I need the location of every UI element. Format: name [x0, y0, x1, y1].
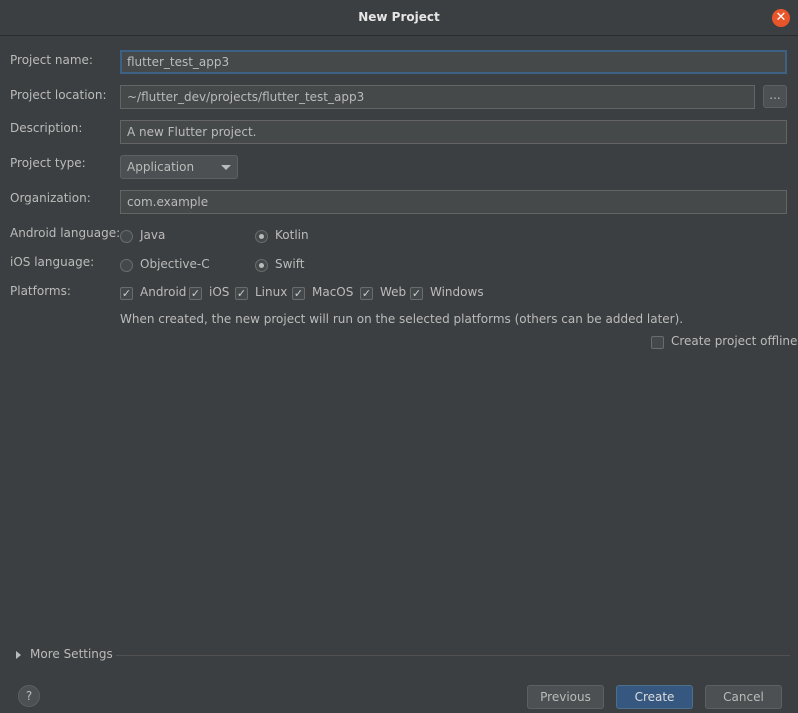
previous-button[interactable]: Previous [527, 685, 604, 709]
radio-swift[interactable] [255, 259, 268, 272]
checkbox-macos-label: MacOS [312, 285, 354, 299]
create-button[interactable]: Create [616, 685, 693, 709]
project-location-label: Project location: [10, 88, 107, 102]
checkbox-linux-label: Linux [255, 285, 288, 299]
description-label: Description: [10, 121, 83, 135]
radio-objective-c-label: Objective-C [140, 257, 210, 271]
chevron-right-icon [16, 651, 21, 659]
organization-label: Organization: [10, 191, 91, 205]
window-title: New Project [358, 10, 440, 24]
chevron-down-icon [221, 165, 231, 170]
project-type-value: Application [127, 160, 195, 174]
project-location-input[interactable]: ~/flutter_dev/projects/flutter_test_app3 [120, 85, 755, 109]
organization-input[interactable]: com.example [120, 190, 787, 214]
description-input[interactable]: A new Flutter project. [120, 120, 787, 144]
project-name-input[interactable]: flutter_test_app3 [120, 50, 787, 74]
checkbox-create-offline[interactable] [651, 336, 664, 349]
radio-objective-c[interactable] [120, 259, 133, 272]
radio-kotlin-label: Kotlin [275, 228, 309, 242]
platforms-label: Platforms: [10, 284, 71, 298]
radio-kotlin[interactable] [255, 230, 268, 243]
ios-language-label: iOS language: [10, 255, 95, 269]
title-bar: New Project ✕ [0, 0, 798, 36]
platforms-hint: When created, the new project will run o… [120, 312, 684, 326]
checkbox-macos[interactable]: ✓ [292, 287, 305, 300]
checkbox-android-label: Android [140, 285, 187, 299]
project-type-label: Project type: [10, 156, 86, 170]
radio-swift-label: Swift [275, 257, 305, 271]
help-button[interactable]: ? [18, 685, 40, 707]
android-language-label: Android language: [10, 226, 121, 240]
checkbox-android[interactable]: ✓ [120, 287, 133, 300]
create-offline-label: Create project offline [671, 334, 798, 348]
project-name-label: Project name: [10, 53, 93, 67]
browse-button[interactable]: ... [763, 85, 787, 108]
checkbox-linux[interactable]: ✓ [235, 287, 248, 300]
radio-java[interactable] [120, 230, 133, 243]
project-type-select[interactable]: Application [120, 155, 238, 179]
cancel-button[interactable]: Cancel [705, 685, 782, 709]
checkbox-windows[interactable]: ✓ [410, 287, 423, 300]
more-settings-label: More Settings [30, 647, 113, 661]
checkbox-web-label: Web [380, 285, 407, 299]
checkbox-ios[interactable]: ✓ [189, 287, 202, 300]
radio-java-label: Java [140, 228, 166, 242]
checkbox-ios-label: iOS [209, 285, 230, 299]
more-settings-divider [116, 655, 790, 656]
checkbox-windows-label: Windows [430, 285, 484, 299]
close-icon[interactable]: ✕ [772, 9, 790, 27]
checkbox-web[interactable]: ✓ [360, 287, 373, 300]
